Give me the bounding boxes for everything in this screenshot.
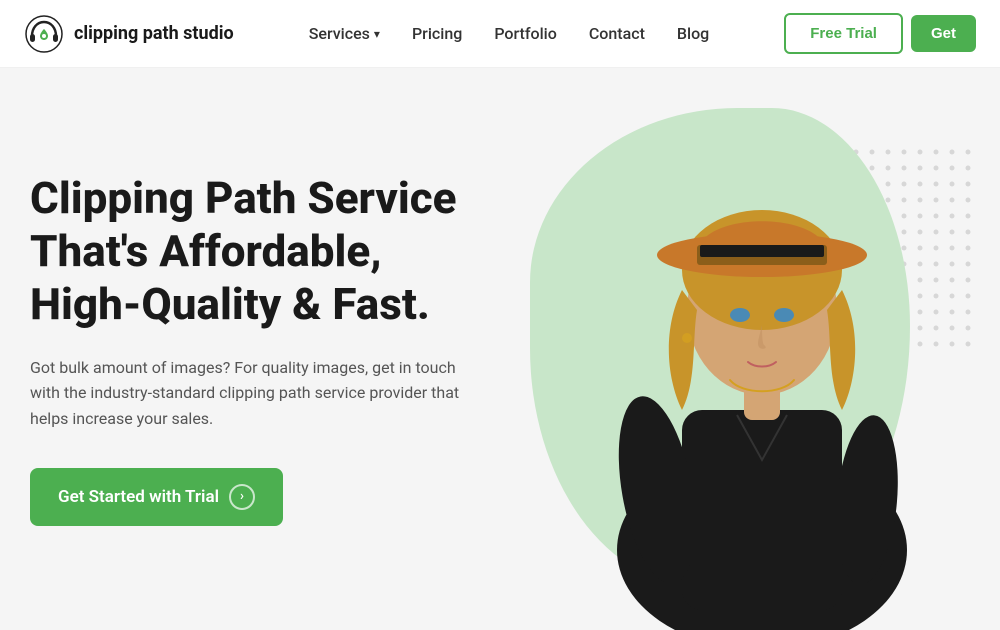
hero-description: Got bulk amount of images? For quality i… (30, 355, 470, 432)
nav-item-contact[interactable]: Contact (589, 24, 645, 43)
nav-buttons: Free Trial Get (784, 13, 976, 54)
hero-content: Clipping Path Service That's Affordable,… (0, 172, 510, 525)
nav-item-portfolio[interactable]: Portfolio (494, 24, 557, 43)
logo-link[interactable]: clipping path studio (24, 14, 234, 54)
nav-link-portfolio[interactable]: Portfolio (494, 24, 557, 43)
cta-label: Get Started with Trial (58, 487, 219, 507)
hero-section: Clipping Path Service That's Affordable,… (0, 68, 1000, 630)
nav-item-services[interactable]: Services (309, 24, 380, 43)
logo-icon (24, 14, 64, 54)
cta-button[interactable]: Get Started with Trial › (30, 468, 283, 526)
nav-item-pricing[interactable]: Pricing (412, 24, 462, 43)
get-started-nav-button[interactable]: Get (911, 15, 976, 52)
nav-link-pricing[interactable]: Pricing (412, 24, 462, 43)
nav-link-contact[interactable]: Contact (589, 24, 645, 43)
hero-title: Clipping Path Service That's Affordable,… (30, 172, 470, 330)
logo-text: clipping path studio (74, 23, 234, 44)
nav-link-blog[interactable]: Blog (677, 24, 709, 43)
free-trial-button[interactable]: Free Trial (784, 13, 903, 54)
hero-woman-image (552, 90, 972, 630)
nav-item-blog[interactable]: Blog (677, 24, 709, 43)
hero-image-area (440, 68, 1000, 630)
nav-links: Services Pricing Portfolio Contact Blog (309, 24, 710, 43)
nav-link-services[interactable]: Services (309, 24, 380, 43)
cta-arrow-icon: › (229, 484, 255, 510)
navbar: clipping path studio Services Pricing Po… (0, 0, 1000, 68)
